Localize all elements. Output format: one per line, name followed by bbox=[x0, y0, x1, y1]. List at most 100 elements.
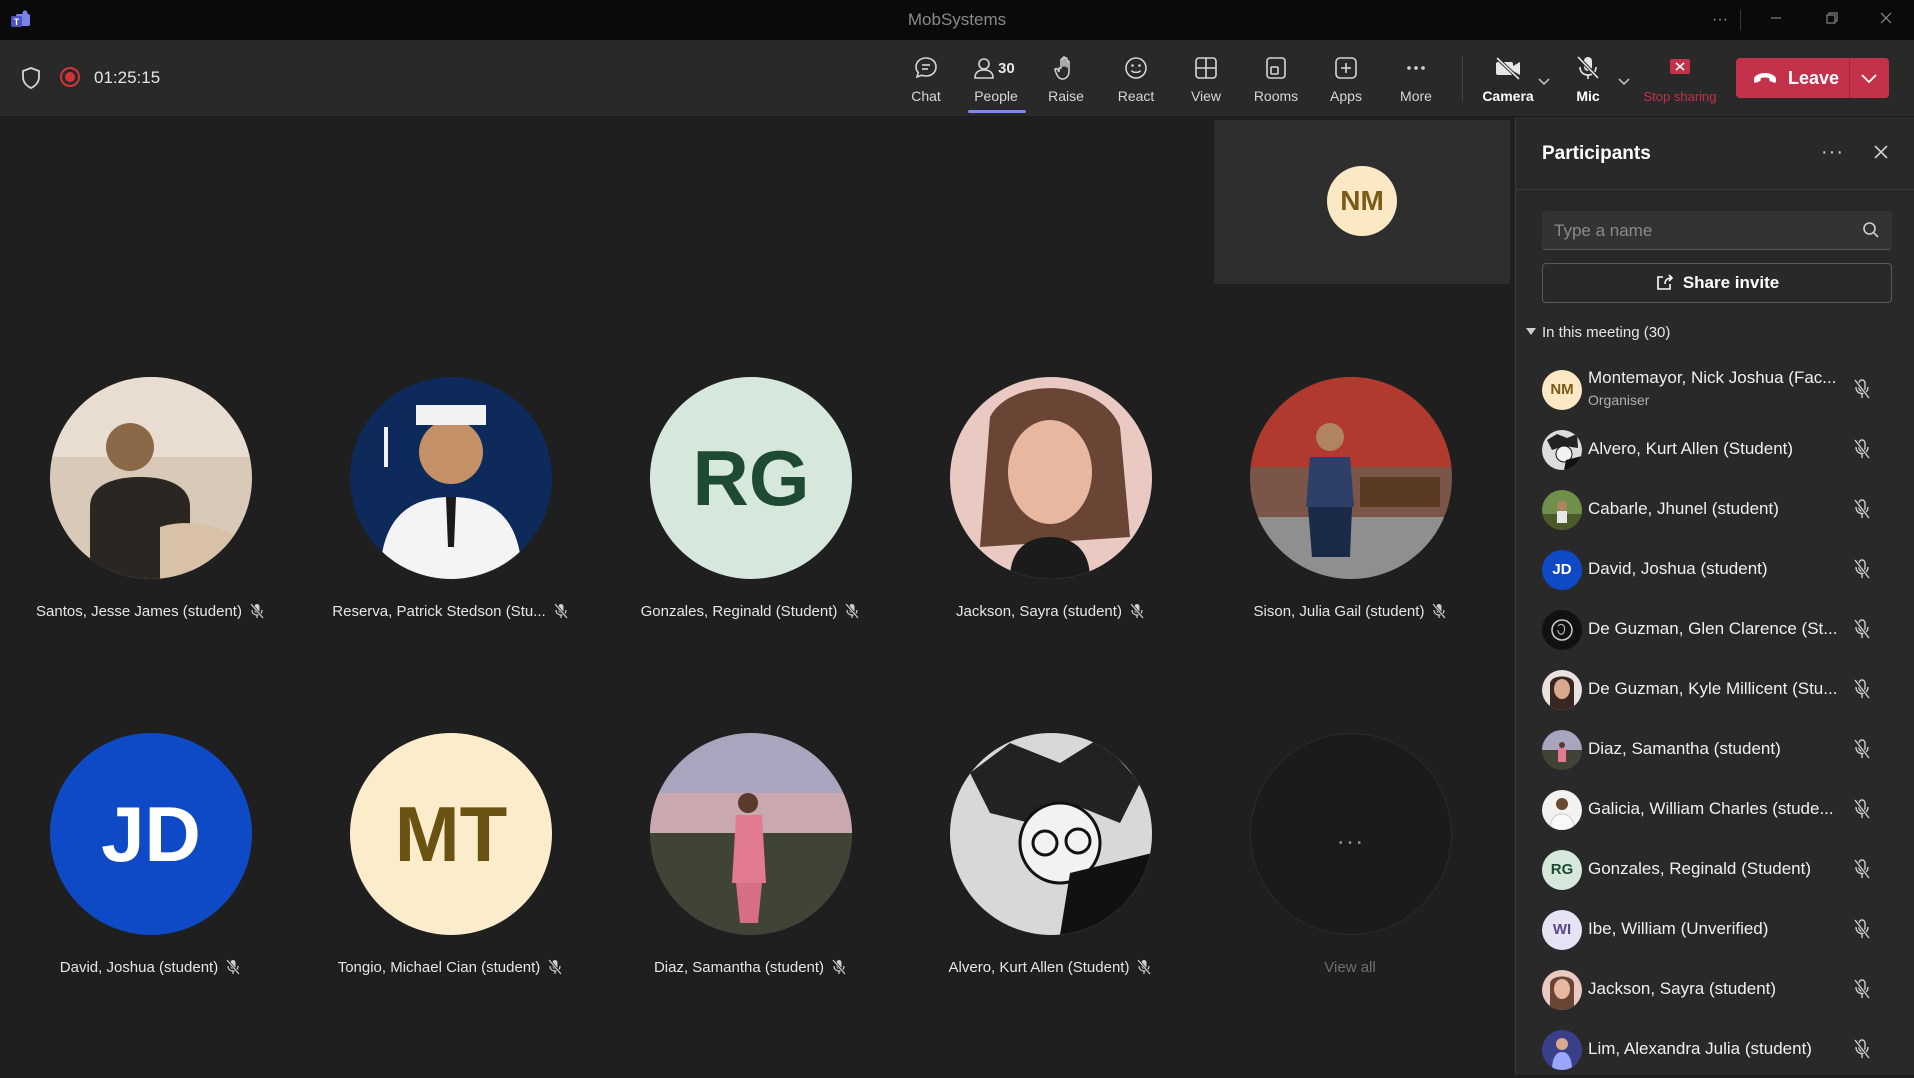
participant-tile[interactable]: Sison, Julia Gail (student) bbox=[1200, 377, 1500, 667]
smiley-icon bbox=[1125, 57, 1147, 79]
leave-divider bbox=[1849, 58, 1850, 98]
close-window-button[interactable] bbox=[1866, 6, 1906, 34]
participant-avatar: WI bbox=[1542, 910, 1582, 950]
muted-mic-icon[interactable] bbox=[1852, 858, 1872, 880]
participant-tile[interactable]: Alvero, Kurt Allen (Student) bbox=[900, 733, 1200, 1023]
apps-button[interactable]: Apps bbox=[1312, 50, 1380, 110]
stop-share-icon bbox=[1670, 59, 1690, 74]
chat-button[interactable]: Chat bbox=[892, 50, 960, 110]
react-button[interactable]: React bbox=[1102, 50, 1170, 110]
participant-row[interactable]: NM Montemayor, Nick Joshua (Fac... Organ… bbox=[1516, 362, 1914, 418]
muted-mic-icon[interactable] bbox=[1852, 438, 1872, 460]
participant-avatar bbox=[1542, 1030, 1582, 1070]
minimize-button[interactable] bbox=[1756, 6, 1796, 34]
window-more-icon[interactable]: ··· bbox=[1700, 6, 1740, 34]
share-invite-button[interactable]: Share invite bbox=[1542, 263, 1892, 303]
panel-more-icon[interactable]: ··· bbox=[1821, 141, 1844, 164]
participant-avatar bbox=[1542, 790, 1582, 830]
participant-row[interactable]: JD David, Joshua (student) bbox=[1516, 542, 1914, 598]
more-button[interactable]: More bbox=[1382, 50, 1450, 110]
participant-search[interactable] bbox=[1542, 211, 1892, 251]
share-invite-label: Share invite bbox=[1682, 273, 1780, 292]
self-view-tile[interactable]: NM bbox=[1214, 120, 1510, 284]
participant-tile[interactable]: Diaz, Samantha (student) bbox=[600, 733, 900, 1023]
tile-name: Tongio, Michael Cian (student) bbox=[300, 959, 600, 976]
leave-button[interactable]: Leave bbox=[1736, 58, 1889, 98]
participant-avatar bbox=[1542, 430, 1582, 470]
muted-mic-icon[interactable] bbox=[1852, 678, 1872, 700]
muted-mic-icon[interactable] bbox=[1852, 738, 1872, 760]
panel-title: Participants bbox=[1542, 143, 1651, 164]
more-dots-icon: ... bbox=[1250, 733, 1452, 935]
participant-row[interactable]: WI Ibe, William (Unverified) bbox=[1516, 902, 1914, 958]
camera-options-chevron-icon[interactable] bbox=[1536, 76, 1552, 88]
participant-row[interactable]: De Guzman, Glen Clarence (St... bbox=[1516, 602, 1914, 658]
muted-mic-icon[interactable] bbox=[1852, 558, 1872, 580]
view-button[interactable]: View bbox=[1172, 50, 1240, 110]
close-icon[interactable] bbox=[1872, 143, 1890, 161]
tile-name: David, Joshua (student) bbox=[0, 959, 300, 976]
muted-mic-icon[interactable] bbox=[1852, 378, 1872, 400]
section-label: In this meeting (30) bbox=[1542, 324, 1671, 341]
participant-name: Lim, Alexandra Julia (student) bbox=[1588, 1039, 1812, 1058]
participant-row[interactable]: Jackson, Sayra (student) bbox=[1516, 962, 1914, 1018]
view-all-tile[interactable]: ... View all bbox=[1200, 733, 1500, 1023]
muted-mic-icon[interactable] bbox=[1852, 618, 1872, 640]
avatar: RG bbox=[650, 377, 852, 579]
tile-name: Gonzales, Reginald (Student) bbox=[600, 603, 900, 620]
share-icon bbox=[1657, 274, 1673, 290]
participant-row[interactable]: Lim, Alexandra Julia (student) bbox=[1516, 1022, 1914, 1078]
muted-mic-icon[interactable] bbox=[1852, 978, 1872, 1000]
tile-name: Diaz, Samantha (student) bbox=[600, 959, 900, 976]
view-all-label[interactable]: View all bbox=[1200, 959, 1500, 976]
view-all-circle[interactable]: ... bbox=[1250, 733, 1452, 935]
people-button[interactable]: 30 People bbox=[962, 50, 1030, 110]
panel-divider bbox=[1516, 189, 1914, 190]
muted-mic-icon[interactable] bbox=[1852, 918, 1872, 940]
stop-sharing-button[interactable]: Stop sharing bbox=[1638, 50, 1722, 110]
shield-icon[interactable] bbox=[20, 66, 42, 90]
participant-avatar: RG bbox=[1542, 850, 1582, 890]
camera-button[interactable]: Camera bbox=[1474, 50, 1542, 110]
participant-avatar bbox=[1542, 970, 1582, 1010]
muted-mic-icon bbox=[1137, 959, 1152, 975]
participant-tile[interactable]: Jackson, Sayra (student) bbox=[900, 377, 1200, 667]
participant-row[interactable]: Diaz, Samantha (student) bbox=[1516, 722, 1914, 778]
leave-options-chevron-icon[interactable] bbox=[1858, 72, 1880, 86]
search-input[interactable] bbox=[1552, 211, 1846, 251]
participant-tile[interactable]: Reserva, Patrick Stedson (Stu... bbox=[300, 377, 600, 667]
participant-tile[interactable]: RG Gonzales, Reginald (Student) bbox=[600, 377, 900, 667]
participant-tile[interactable]: MT Tongio, Michael Cian (student) bbox=[300, 733, 600, 1023]
more-dots-icon bbox=[1407, 66, 1425, 70]
muted-mic-icon[interactable] bbox=[1852, 1038, 1872, 1060]
in-meeting-section-header[interactable]: In this meeting (30) bbox=[1526, 324, 1670, 341]
avatar: MT bbox=[350, 733, 552, 935]
mic-button[interactable]: Mic bbox=[1554, 50, 1622, 110]
participant-avatar bbox=[1542, 730, 1582, 770]
leave-main-button[interactable]: Leave bbox=[1736, 58, 1849, 98]
recording-icon bbox=[60, 67, 80, 87]
avatar bbox=[650, 733, 852, 935]
participant-row[interactable]: Cabarle, Jhunel (student) bbox=[1516, 482, 1914, 538]
participant-row[interactable]: RG Gonzales, Reginald (Student) bbox=[1516, 842, 1914, 898]
react-label: React bbox=[1117, 88, 1155, 104]
participant-name: Galicia, William Charles (stude... bbox=[1588, 799, 1834, 818]
avatar-initials: JD bbox=[101, 790, 201, 878]
restore-button[interactable] bbox=[1812, 6, 1852, 34]
mic-options-chevron-icon[interactable] bbox=[1616, 76, 1632, 88]
participant-tile[interactable]: Santos, Jesse James (student) bbox=[0, 377, 300, 667]
hang-up-icon bbox=[1754, 73, 1776, 83]
muted-mic-icon bbox=[226, 959, 241, 975]
participant-row[interactable]: De Guzman, Kyle Millicent (Stu... bbox=[1516, 662, 1914, 718]
raise-hand-button[interactable]: Raise bbox=[1032, 50, 1100, 110]
participant-row[interactable]: Alvero, Kurt Allen (Student) bbox=[1516, 422, 1914, 478]
participant-tile[interactable]: JD David, Joshua (student) bbox=[0, 733, 300, 1023]
people-label: People bbox=[974, 88, 1018, 104]
muted-mic-icon[interactable] bbox=[1852, 798, 1872, 820]
participant-name: Gonzales, Reginald (Student) bbox=[1588, 859, 1812, 878]
participant-row[interactable]: Galicia, William Charles (stude... bbox=[1516, 782, 1914, 838]
muted-mic-icon[interactable] bbox=[1852, 498, 1872, 520]
rooms-button[interactable]: Rooms bbox=[1242, 50, 1310, 110]
tile-name: Alvero, Kurt Allen (Student) bbox=[900, 959, 1200, 976]
muted-mic-icon bbox=[832, 959, 846, 975]
